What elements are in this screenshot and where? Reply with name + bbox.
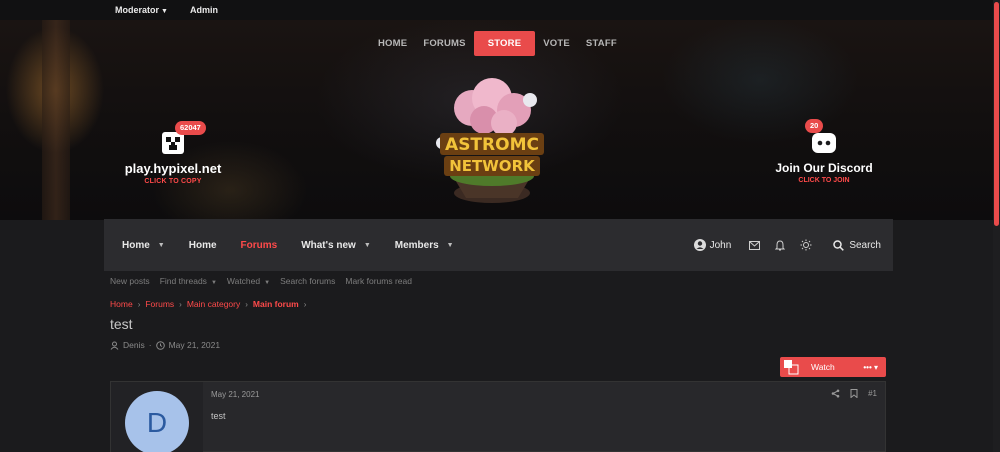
- breadcrumb-main-forum[interactable]: Main forum: [253, 299, 299, 309]
- admin-bar: Moderator ▼ Admin: [0, 0, 993, 20]
- chevron-right-icon: ›: [245, 299, 248, 309]
- caret-down-icon: ▼: [210, 280, 217, 286]
- svg-text:NETWORK: NETWORK: [449, 157, 536, 175]
- tab-label: Forums: [240, 239, 278, 251]
- caret-down-icon: ▾: [873, 362, 878, 372]
- creeper-icon: 62047: [161, 121, 206, 155]
- caret-down-icon: ▼: [264, 280, 271, 286]
- tab-home[interactable]: Home: [177, 219, 229, 271]
- chevron-right-icon: ›: [303, 299, 307, 309]
- subnav-watched[interactable]: Watched ▼: [227, 276, 270, 286]
- bookmark-icon[interactable]: [850, 389, 858, 398]
- subnav-search-forums[interactable]: Search forums: [280, 276, 335, 286]
- discord-icon: 20: [805, 119, 837, 155]
- tab-whats-new[interactable]: What's new ▼: [289, 219, 383, 271]
- watch-button-group: Watch ••• ▾: [780, 357, 886, 377]
- search-label: Search: [849, 239, 881, 251]
- watch-icon: [784, 360, 799, 375]
- subnav-label: Watched: [226, 276, 261, 286]
- nav-store[interactable]: STORE: [473, 31, 536, 56]
- caret-down-icon: ▼: [157, 241, 165, 249]
- hero-background-decoration: [42, 20, 70, 220]
- svg-text:ASTROMC: ASTROMC: [445, 135, 539, 155]
- caret-down-icon: ▼: [161, 8, 168, 15]
- breadcrumb: Home › Forums › Main category › Main for…: [110, 299, 306, 309]
- click-to-join[interactable]: CLICK TO JOIN: [768, 177, 880, 184]
- caret-down-icon: ▼: [446, 241, 454, 249]
- forum-navbar: Home ▼ Home Forums What's new ▼ Members ▼ J…: [104, 219, 893, 271]
- style-toggle-button[interactable]: [793, 219, 819, 271]
- user-icon: [693, 239, 706, 251]
- post: D May 21, 2021 test #1: [110, 381, 886, 452]
- thread-date[interactable]: May 21, 2021: [169, 340, 221, 350]
- post-date[interactable]: May 21, 2021: [211, 390, 259, 399]
- tab-label: Home: [122, 239, 150, 251]
- search-button[interactable]: Search: [819, 240, 881, 251]
- tab-label: Members: [394, 239, 439, 251]
- user-icon: [110, 341, 119, 350]
- nav-forums[interactable]: FORUMS: [415, 31, 473, 56]
- tab-home-dropdown[interactable]: Home ▼: [104, 219, 177, 271]
- scrollbar-thumb[interactable]: [994, 2, 999, 226]
- discord-widget[interactable]: 20 Join Our Discord CLICK TO JOIN: [768, 119, 880, 184]
- username: John: [709, 239, 732, 251]
- nav-home[interactable]: HOME: [370, 31, 415, 56]
- breadcrumb-main-category[interactable]: Main category: [187, 299, 240, 309]
- lightbulb-icon: [800, 239, 812, 251]
- search-icon: [833, 239, 845, 251]
- clock-icon: [155, 340, 165, 350]
- server-ip-widget[interactable]: 62047 play.hypixel.net CLICK TO COPY: [118, 121, 228, 185]
- breadcrumb-home[interactable]: Home: [110, 299, 133, 309]
- chevron-right-icon: ›: [137, 299, 141, 309]
- avatar[interactable]: D: [125, 391, 189, 452]
- moderator-label: Moderator: [115, 5, 160, 15]
- top-nav: HOME FORUMS STORE VOTE STAFF: [370, 31, 625, 56]
- post-actions: #1: [831, 389, 877, 398]
- meta-separator: ·: [148, 340, 152, 350]
- hero-banner: HOME FORUMS STORE VOTE STAFF ASTROMC NET…: [0, 20, 993, 220]
- chevron-right-icon: ›: [179, 299, 182, 309]
- more-options-button[interactable]: ••• ▾: [863, 363, 878, 372]
- more-dots: •••: [863, 362, 872, 372]
- navbar-right: John Search: [684, 219, 893, 271]
- post-number[interactable]: #1: [868, 389, 877, 398]
- watch-button[interactable]: Watch: [811, 362, 835, 372]
- site-logo[interactable]: ASTROMC NETWORK: [422, 68, 562, 208]
- admin-link[interactable]: Admin: [190, 5, 218, 15]
- subnav-mark-read[interactable]: Mark forums read: [345, 276, 412, 286]
- moderator-menu[interactable]: Moderator ▼: [115, 5, 168, 15]
- nav-vote[interactable]: VOTE: [535, 31, 578, 56]
- breadcrumb-forums[interactable]: Forums: [145, 299, 174, 309]
- caret-down-icon: ▼: [363, 241, 371, 249]
- subnav-new-posts[interactable]: New posts: [110, 276, 150, 286]
- discord-online-badge: 20: [805, 119, 824, 133]
- player-count-badge: 62047: [175, 121, 206, 135]
- post-user-sidebar: D: [111, 382, 203, 452]
- tab-forums[interactable]: Forums: [229, 219, 290, 271]
- alerts-button[interactable]: [767, 219, 793, 271]
- user-menu[interactable]: John: [684, 239, 742, 251]
- click-to-copy[interactable]: CLICK TO COPY: [118, 178, 228, 185]
- nav-staff[interactable]: STAFF: [578, 31, 625, 56]
- inbox-button[interactable]: [741, 219, 767, 271]
- bell-icon: [775, 239, 786, 250]
- subnav-label: Find threads: [159, 276, 207, 286]
- thread-meta: Denis · May 21, 2021: [110, 340, 220, 350]
- thread-author[interactable]: Denis: [123, 340, 145, 350]
- sub-navigation: New posts Find threads ▼ Watched ▼ Search …: [110, 276, 412, 286]
- page-title: test: [110, 316, 133, 332]
- discord-title: Join Our Discord: [775, 161, 873, 175]
- server-ip: play.hypixel.net: [124, 161, 222, 176]
- share-icon[interactable]: [831, 389, 840, 398]
- subnav-find-threads[interactable]: Find threads ▼: [160, 276, 217, 286]
- post-body: test: [211, 411, 226, 421]
- mail-icon: [748, 240, 760, 250]
- tab-members[interactable]: Members ▼: [383, 219, 466, 271]
- tab-label: What's new: [301, 239, 356, 251]
- tab-label: Home: [188, 239, 217, 251]
